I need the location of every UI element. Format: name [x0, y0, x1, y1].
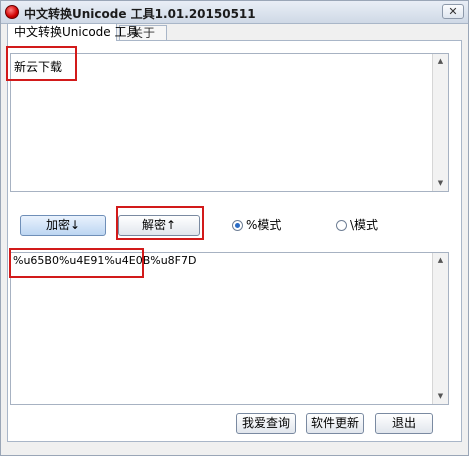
window-title: 中文转换Unicode 工具1.01.20150511 — [24, 7, 256, 21]
mode-backslash-radio[interactable]: \模式 — [336, 217, 378, 233]
title-bar[interactable]: 中文转换Unicode 工具1.01.20150511 ✕ — [1, 1, 468, 24]
output-textarea[interactable]: %u65B0%u4E91%u4E0B%u8F7D ▲ ▼ — [10, 252, 449, 405]
scroll-up-icon[interactable]: ▲ — [434, 55, 447, 68]
app-window: 中文转换Unicode 工具1.01.20150511 ✕ 中文转换Unicod… — [0, 0, 469, 456]
input-scrollbar[interactable]: ▲ ▼ — [432, 54, 448, 191]
radio-unchecked-icon — [336, 220, 347, 231]
output-text: %u65B0%u4E91%u4E0B%u8F7D — [13, 254, 197, 267]
close-button[interactable]: ✕ — [442, 4, 464, 19]
converter-panel: 新云下载 ▲ ▼ 加密↓ 解密↑ %模式 \模式 %u65B0%u4E91%u4… — [7, 40, 462, 442]
decrypt-button[interactable]: 解密↑ — [118, 215, 200, 236]
input-text: 新云下载 — [14, 60, 63, 74]
input-textarea[interactable]: 新云下载 ▲ ▼ — [10, 53, 449, 192]
mode-percent-radio[interactable]: %模式 — [232, 217, 281, 233]
close-icon: ✕ — [448, 5, 458, 18]
mode-percent-label: %模式 — [246, 218, 282, 232]
app-icon — [5, 5, 19, 19]
exit-button[interactable]: 退出 — [375, 413, 433, 434]
output-scrollbar[interactable]: ▲ ▼ — [432, 253, 448, 404]
encrypt-button[interactable]: 加密↓ — [20, 215, 106, 236]
scroll-up-icon[interactable]: ▲ — [434, 254, 447, 267]
update-button[interactable]: 软件更新 — [306, 413, 364, 434]
mode-backslash-label: \模式 — [350, 218, 379, 232]
scroll-down-icon[interactable]: ▼ — [434, 390, 447, 403]
tab-converter[interactable]: 中文转换Unicode 工具 — [7, 23, 138, 41]
radio-checked-icon — [232, 220, 243, 231]
scroll-down-icon[interactable]: ▼ — [434, 177, 447, 190]
query-button[interactable]: 我爱查询 — [236, 413, 296, 434]
